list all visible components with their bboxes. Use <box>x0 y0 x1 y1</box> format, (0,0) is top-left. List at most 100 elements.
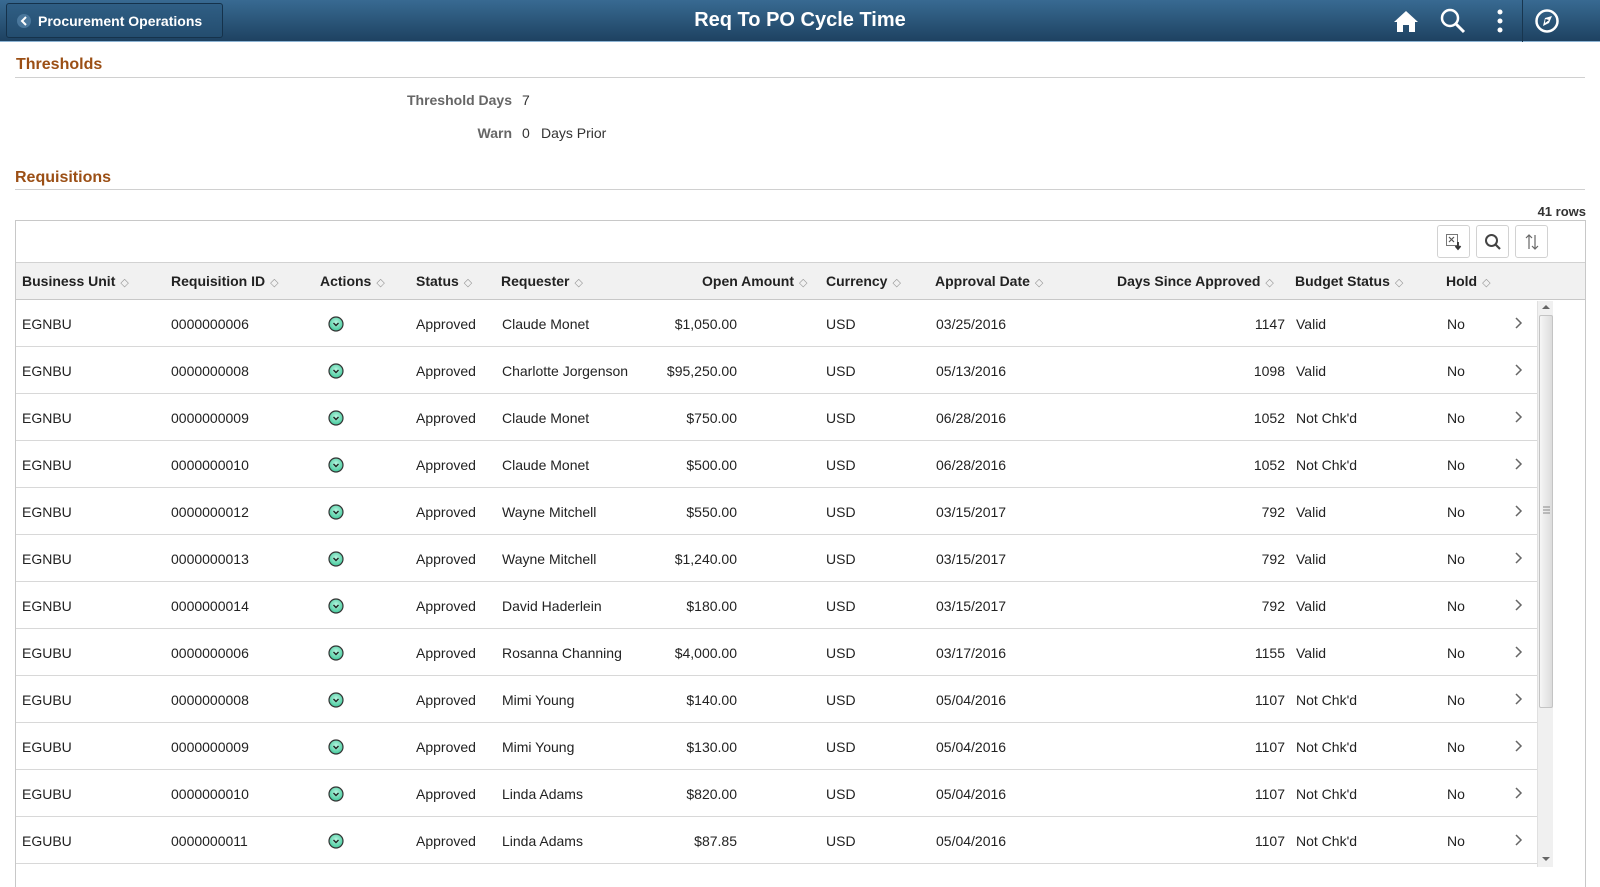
cell-approval-date: 03/15/2017 <box>936 598 1007 614</box>
table-row[interactable]: EGUBU 0000000006 Approved Rosanna Channing $… <box>16 629 1537 676</box>
sort-toggle-icon: ◇ <box>1482 277 1491 289</box>
row-count: 41 rows <box>1537 204 1586 219</box>
scrollbar-thumb[interactable] <box>1539 315 1553 708</box>
table-row[interactable]: EGNBU 0000000012 Approved Wayne Mitchell $55… <box>16 488 1537 535</box>
actions-menu-icon[interactable] <box>328 316 344 332</box>
warn-value: 0 <box>522 125 530 141</box>
chevron-right-icon[interactable] <box>1514 503 1526 521</box>
cell-requester: Rosanna Channing <box>502 645 622 661</box>
chevron-right-icon[interactable] <box>1514 691 1526 709</box>
cell-requisition-id: 0000000014 <box>171 598 249 614</box>
table-row[interactable]: EGNBU 0000000013 Approved Wayne Mitchell $1,… <box>16 535 1537 582</box>
table-row[interactable]: EGUBU 0000000008 Approved Mimi Young $140.00… <box>16 676 1537 723</box>
cell-approval-date: 05/04/2016 <box>936 786 1007 802</box>
chevron-right-icon[interactable] <box>1514 644 1526 662</box>
chevron-right-icon[interactable] <box>1514 409 1526 427</box>
actions-menu-icon[interactable] <box>328 692 344 708</box>
cell-requisition-id: 0000000009 <box>171 410 249 426</box>
cell-status: Approved <box>416 598 476 614</box>
cell-hold: No <box>1447 598 1465 614</box>
chevron-right-icon[interactable] <box>1514 738 1526 756</box>
sort-toggle-icon: ◇ <box>270 277 279 289</box>
sort-icon <box>1525 233 1538 250</box>
cell-hold: No <box>1447 551 1465 567</box>
table-row[interactable]: EGUBU 0000000009 Approved Mimi Young $130.00… <box>16 723 1537 770</box>
actions-menu-icon[interactable] <box>328 504 344 520</box>
chevron-right-icon[interactable] <box>1514 785 1526 803</box>
find-button[interactable] <box>1476 225 1509 258</box>
chevron-right-icon[interactable] <box>1514 597 1526 615</box>
actions-menu-icon[interactable] <box>328 363 344 379</box>
scroll-down-arrow-icon[interactable] <box>1542 856 1550 862</box>
column-header-hold[interactable]: Hold ◇ <box>1446 273 1491 289</box>
cell-status: Approved <box>416 739 476 755</box>
scroll-up-arrow-icon[interactable] <box>1542 304 1550 310</box>
column-header-status[interactable]: Status ◇ <box>416 273 472 289</box>
cell-business-unit: EGNBU <box>22 363 72 379</box>
table-row[interactable]: EGNBU 0000000014 Approved David Haderlein $1… <box>16 582 1537 629</box>
column-header-budget-status[interactable]: Budget Status ◇ <box>1295 273 1403 289</box>
table-row[interactable]: EGNBU 0000000009 Approved Claude Monet $750.… <box>16 394 1537 441</box>
column-header-requester[interactable]: Requester ◇ <box>501 273 583 289</box>
chevron-right-icon[interactable] <box>1514 362 1526 380</box>
cell-days-since-approved: 1052 <box>1253 410 1285 426</box>
chevron-right-icon[interactable] <box>1514 550 1526 568</box>
grid-body: EGNBU 0000000006 Approved Claude Monet $1,05… <box>16 300 1571 887</box>
more-options-icon[interactable] <box>1487 8 1513 34</box>
column-header-open-amount[interactable]: Open Amount ◇ <box>702 273 808 289</box>
cell-requisition-id: 0000000008 <box>171 363 249 379</box>
actions-menu-icon[interactable] <box>328 833 344 849</box>
cell-currency: USD <box>826 833 856 849</box>
column-header-business-unit[interactable]: Business Unit ◇ <box>22 273 129 289</box>
cell-open-amount: $140.00 <box>686 692 737 708</box>
cell-budget-status: Not Chk'd <box>1296 692 1358 708</box>
actions-menu-icon[interactable] <box>328 786 344 802</box>
table-row[interactable]: EGUBU 0000000011 Approved Linda Adams $87.85… <box>16 817 1537 864</box>
actions-menu-icon[interactable] <box>328 457 344 473</box>
cell-business-unit: EGNBU <box>22 551 72 567</box>
actions-menu-icon[interactable] <box>328 645 344 661</box>
cell-days-since-approved: 1147 <box>1254 316 1285 332</box>
cell-requisition-id: 0000000013 <box>171 551 249 567</box>
warn-label: Warn <box>477 125 512 141</box>
download-to-excel-button[interactable] <box>1437 225 1470 258</box>
sort-button[interactable] <box>1515 225 1548 258</box>
warn-suffix: Days Prior <box>541 125 607 141</box>
cell-business-unit: EGUBU <box>22 786 72 802</box>
table-row[interactable]: EGNBU 0000000006 Approved Claude Monet $1,05… <box>16 300 1537 347</box>
sort-toggle-icon: ◇ <box>574 277 583 289</box>
column-header-actions[interactable]: Actions ◇ <box>320 273 385 289</box>
column-header-approval-date[interactable]: Approval Date ◇ <box>935 273 1043 289</box>
actions-menu-icon[interactable] <box>328 551 344 567</box>
navbar-compass-icon[interactable] <box>1534 8 1560 34</box>
cell-currency: USD <box>826 410 856 426</box>
cell-open-amount: $130.00 <box>686 739 737 755</box>
chevron-right-icon[interactable] <box>1514 456 1526 474</box>
cell-currency: USD <box>826 551 856 567</box>
cell-open-amount: $95,250.00 <box>666 363 737 379</box>
cell-requester: Claude Monet <box>502 316 590 332</box>
sort-toggle-icon: ◇ <box>799 277 808 289</box>
cell-approval-date: 06/28/2016 <box>936 457 1007 473</box>
cell-budget-status: Valid <box>1296 551 1327 567</box>
actions-menu-icon[interactable] <box>328 739 344 755</box>
cell-days-since-approved: 1107 <box>1254 692 1285 708</box>
cell-status: Approved <box>416 645 476 661</box>
cell-currency: USD <box>826 645 856 661</box>
table-row[interactable]: EGUBU 0000000010 Approved Linda Adams $820.0… <box>16 770 1537 817</box>
home-icon[interactable] <box>1393 8 1419 34</box>
chevron-right-icon[interactable] <box>1514 832 1526 850</box>
cell-requisition-id: 0000000009 <box>171 739 249 755</box>
table-row[interactable]: EGNBU 0000000010 Approved Claude Monet $500.… <box>16 441 1537 488</box>
grid-scrollbar[interactable] <box>1537 301 1553 867</box>
column-header-requisition-id[interactable]: Requisition ID ◇ <box>171 273 279 289</box>
search-icon[interactable] <box>1440 8 1466 34</box>
chevron-right-icon[interactable] <box>1514 315 1526 333</box>
cell-budget-status: Not Chk'd <box>1296 457 1358 473</box>
table-row[interactable]: EGNBU 0000000008 Approved Charlotte Jorgens… <box>16 347 1537 394</box>
column-header-currency[interactable]: Currency ◇ <box>826 273 901 289</box>
column-header-days-since-approved[interactable]: Days Since Approved ◇ <box>1117 273 1274 289</box>
actions-menu-icon[interactable] <box>328 410 344 426</box>
cell-days-since-approved: 1155 <box>1254 645 1285 661</box>
actions-menu-icon[interactable] <box>328 598 344 614</box>
